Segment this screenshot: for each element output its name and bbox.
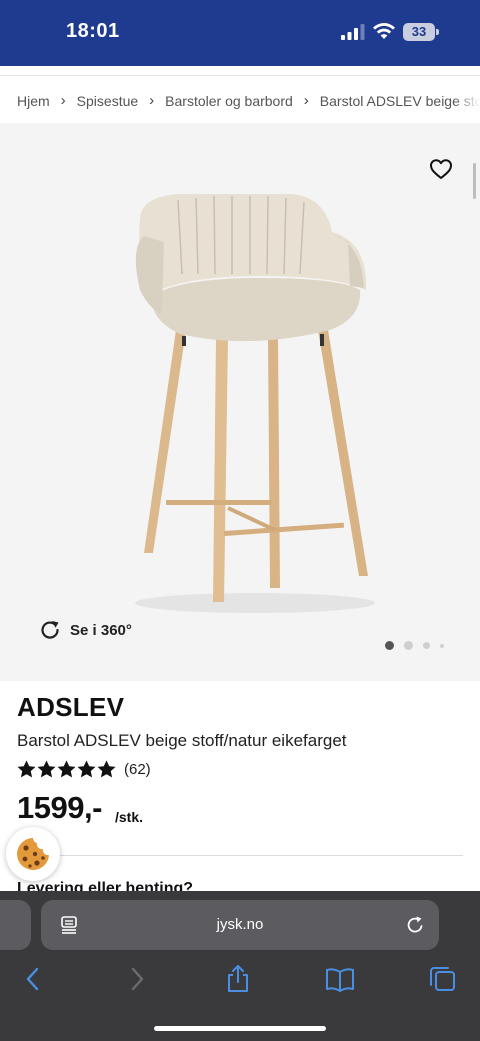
- breadcrumb-item-dining[interactable]: Spisestue: [77, 93, 138, 109]
- view-360-label: Se i 360°: [70, 621, 132, 639]
- tabs-icon[interactable]: [427, 964, 457, 994]
- bookmarks-icon[interactable]: [325, 964, 355, 994]
- address-bar[interactable]: jysk.no: [41, 900, 439, 950]
- reload-icon[interactable]: [404, 914, 426, 936]
- breadcrumb-separator: ›: [303, 92, 309, 109]
- product-title: ADSLEV: [17, 692, 125, 722]
- star-icon: [17, 760, 36, 778]
- product-subtitle: Barstol ADSLEV beige stoff/natur eikefar…: [17, 731, 347, 750]
- status-time: 18:01: [66, 20, 120, 42]
- product-rating[interactable]: (62): [17, 760, 151, 778]
- star-icon: [37, 760, 56, 778]
- breadcrumb: Hjem › Spisestue › Barstoler og barbord …: [0, 77, 480, 123]
- share-icon[interactable]: [223, 964, 253, 994]
- back-icon[interactable]: [18, 964, 48, 994]
- url-text[interactable]: jysk.no: [41, 916, 439, 933]
- battery-tip: [436, 29, 439, 35]
- header-strip: [0, 66, 480, 76]
- gallery-pagination[interactable]: [385, 641, 454, 650]
- browser-toolbar: jysk.no: [0, 891, 480, 1041]
- previous-tab-preview[interactable]: [0, 900, 31, 950]
- product-gallery[interactable]: Se i 360°: [0, 123, 480, 681]
- breadcrumb-list: Hjem › Spisestue › Barstoler og barbord …: [17, 92, 480, 109]
- product-price: 1599,-: [17, 790, 102, 825]
- breadcrumb-item-home[interactable]: Hjem: [17, 93, 50, 109]
- star-icon: [97, 760, 116, 778]
- gallery-dot-1[interactable]: [385, 641, 394, 650]
- gallery-dot-2[interactable]: [404, 641, 413, 650]
- price-unit: /stk.: [115, 809, 144, 825]
- product-image-bar-stool[interactable]: [100, 178, 400, 618]
- forward-icon[interactable]: [122, 964, 152, 994]
- breadcrumb-item-bar-stools[interactable]: Barstoler og barbord: [165, 93, 293, 109]
- home-indicator[interactable]: [154, 1026, 326, 1031]
- star-icon: [77, 760, 96, 778]
- battery-level: 33: [403, 23, 435, 41]
- battery-icon: 33: [403, 23, 439, 41]
- view-360-button[interactable]: Se i 360°: [39, 619, 132, 641]
- rating-count[interactable]: (62): [124, 761, 151, 778]
- breadcrumb-fade: [454, 77, 480, 123]
- heart-icon[interactable]: [429, 158, 453, 180]
- cookie-settings-button[interactable]: [6, 827, 60, 881]
- status-bar: 18:01 33: [0, 0, 480, 66]
- section-divider: [17, 855, 463, 856]
- gallery-dot-4[interactable]: [440, 643, 444, 648]
- breadcrumb-separator: ›: [149, 92, 155, 109]
- breadcrumb-separator: ›: [60, 92, 66, 109]
- cellular-signal-icon: [341, 24, 365, 40]
- gallery-dot-3[interactable]: [423, 642, 430, 649]
- scrollbar-thumb[interactable]: [473, 163, 476, 199]
- cookie-icon: [17, 838, 49, 870]
- wifi-icon: [373, 23, 395, 39]
- rotate-360-icon: [41, 621, 59, 639]
- star-icon: [57, 760, 76, 778]
